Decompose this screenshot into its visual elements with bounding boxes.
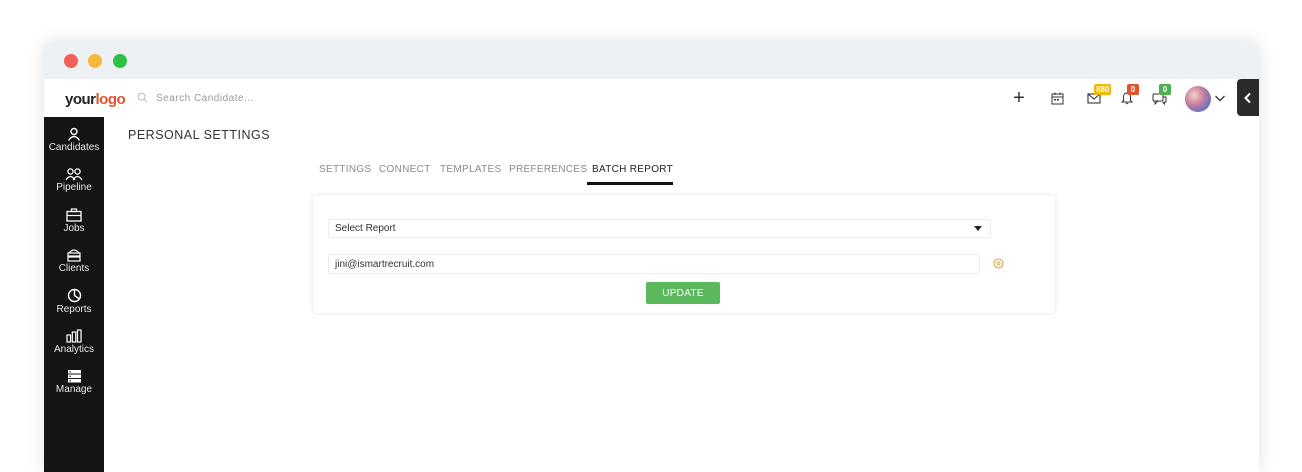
notifications-button[interactable]: 0 [1118,84,1139,107]
sidebar-item-jobs[interactable]: Jobs [44,208,104,248]
chat-button[interactable]: 0 [1150,84,1171,107]
chevron-left-icon [1244,92,1251,103]
active-tab-indicator [587,182,673,185]
sidebar-item-label: Reports [56,304,92,315]
sidebar-item-manage[interactable]: Manage [44,369,104,409]
sidebar-item-candidates[interactable]: Candidates [44,127,104,167]
top-bar: yourlogo + 880 [44,79,1259,117]
logo-part2: logo [95,91,126,108]
title-bar [44,42,1259,79]
collapse-panel-button[interactable] [1237,79,1259,116]
tab-connect[interactable]: CONNECT [379,164,431,175]
bar-chart-icon [66,329,82,343]
browser-window: yourlogo + 880 [44,42,1259,472]
sidebar-item-pipeline[interactable]: Pipeline [44,167,104,207]
tab-preferences[interactable]: PREFERENCES [509,164,587,175]
notification-count-badge: 0 [1127,84,1139,95]
sidebar-item-label: Jobs [63,223,85,234]
email-field[interactable] [328,254,980,274]
close-window-button[interactable] [64,54,78,68]
tab-settings[interactable]: SETTINGS [319,164,371,175]
calendar-button[interactable] [1048,89,1066,107]
report-select[interactable]: Select Report [328,219,991,238]
page-title: PERSONAL SETTINGS [128,128,271,142]
briefcase-icon [66,208,82,222]
pie-chart-icon [67,288,81,303]
logo-part1: your [65,91,96,108]
sidebar-item-label: Pipeline [56,182,92,193]
sidebar-item-reports[interactable]: Reports [44,288,104,328]
chevron-down-icon[interactable] [1214,92,1226,104]
batch-report-card: Select Report UPDATE [313,195,1055,313]
update-button[interactable]: UPDATE [646,282,720,304]
sidebar-item-label: Clients [58,263,90,274]
search-icon [137,92,148,103]
sidebar-item-clients[interactable]: Clients [44,248,104,288]
logo[interactable]: yourlogo [65,91,126,108]
caret-down-icon [974,226,982,231]
search-input[interactable] [156,90,336,106]
people-icon [65,168,83,181]
avatar[interactable] [1185,86,1211,112]
calendar-icon [1051,92,1063,104]
add-button[interactable]: + [1010,87,1028,109]
sidebar-item-label: Analytics [53,344,94,355]
mail-button[interactable]: 880 [1085,84,1112,107]
plus-icon: + [1013,87,1025,109]
sidebar: Candidates Pipeline Jobs Clients Reports… [44,117,104,472]
help-icon[interactable] [993,258,1004,269]
clients-icon [67,249,81,262]
sidebar-item-label: Manage [55,384,93,395]
server-icon [67,370,81,383]
minimize-window-button[interactable] [88,54,102,68]
tab-batch-report[interactable]: BATCH REPORT [592,164,673,175]
sidebar-item-label: Candidates [48,142,100,153]
tab-templates[interactable]: TEMPLATES [440,164,501,175]
report-select-value: Select Report [335,223,396,234]
sidebar-item-analytics[interactable]: Analytics [44,329,104,369]
maximize-window-button[interactable] [113,54,127,68]
mail-count-badge: 880 [1094,84,1112,95]
person-icon [67,127,81,141]
chat-count-badge: 0 [1159,84,1171,95]
